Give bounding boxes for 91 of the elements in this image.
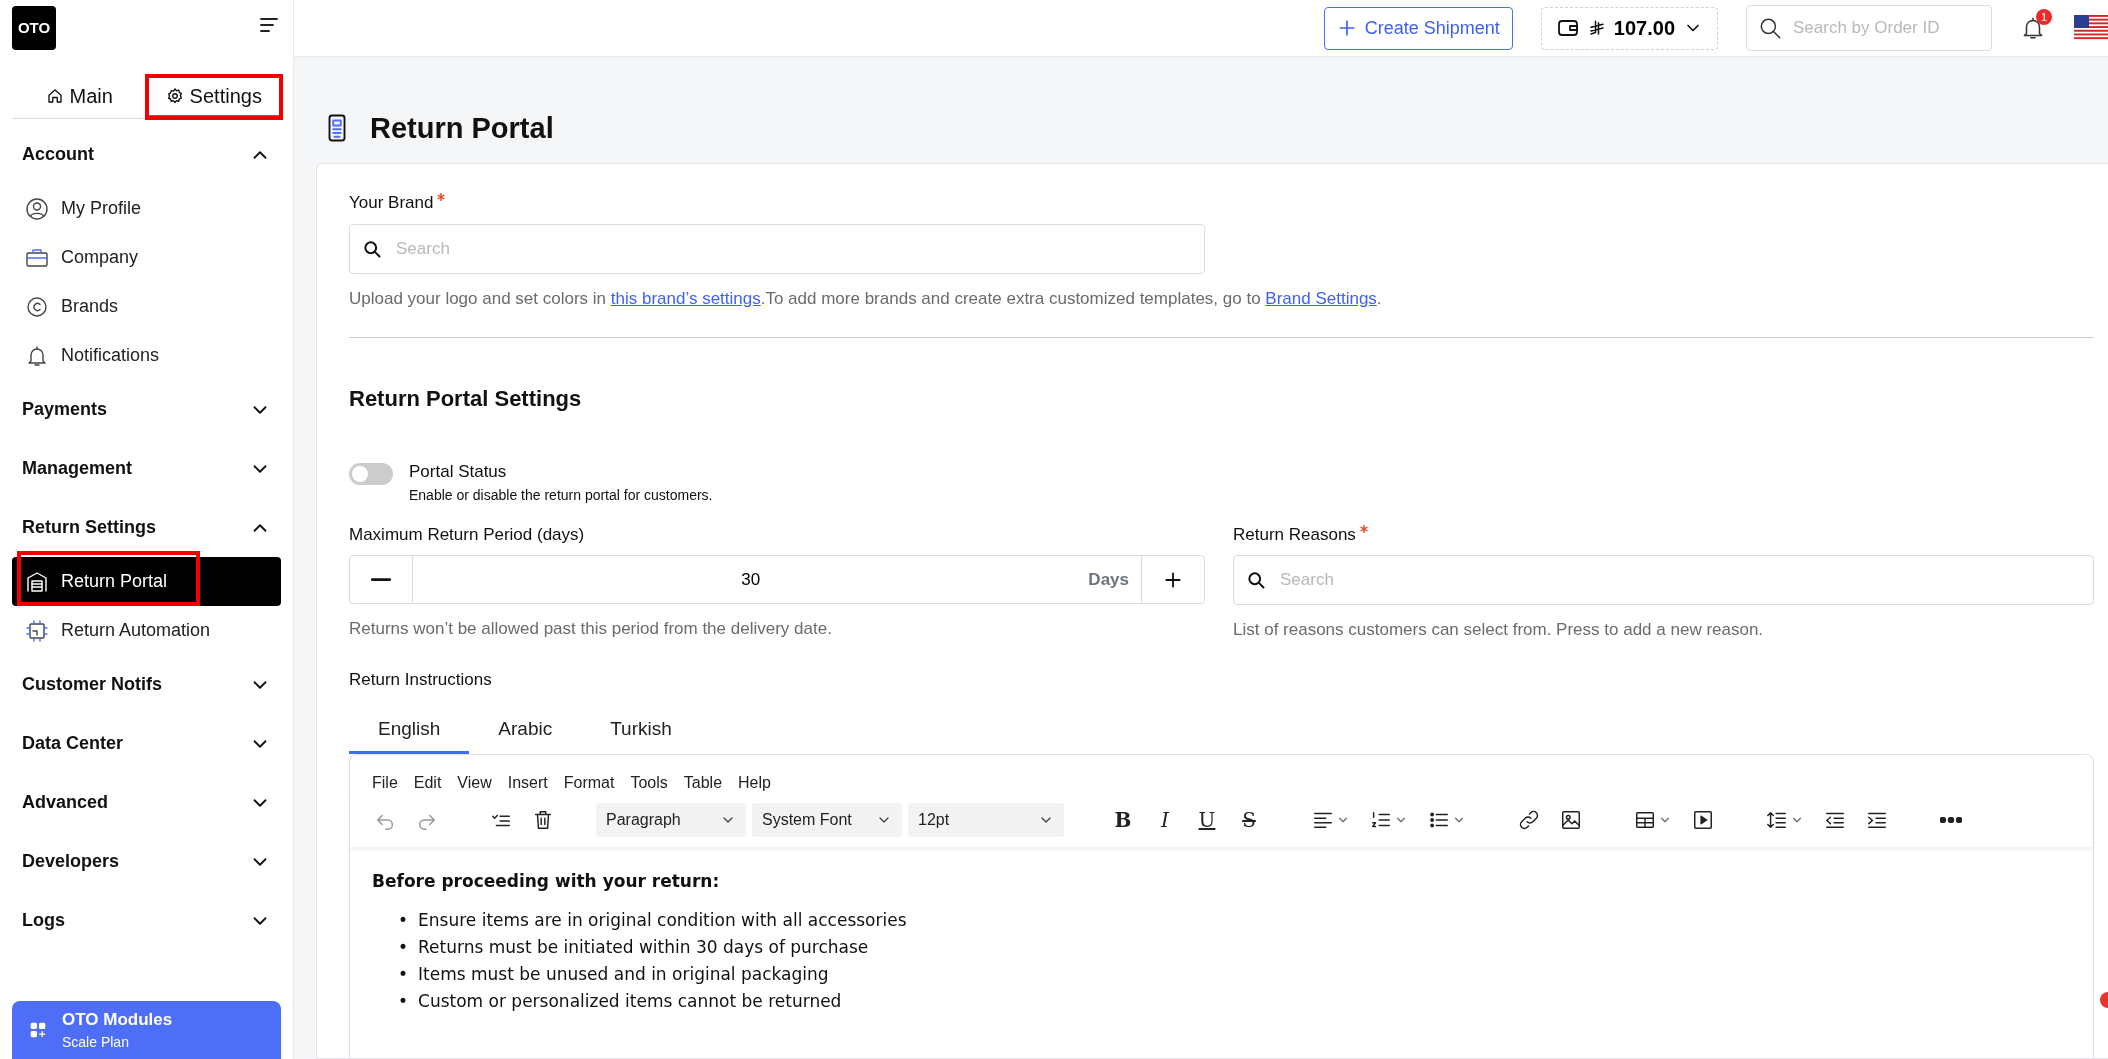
gear-icon bbox=[165, 86, 184, 105]
image-icon bbox=[1560, 809, 1582, 831]
sidebar-item[interactable]: Brands bbox=[12, 282, 281, 331]
link-icon bbox=[1518, 809, 1540, 831]
section-title: Return Portal Settings bbox=[349, 385, 583, 413]
user-icon bbox=[25, 196, 49, 221]
list-item: Items must be unused and in original packaging bbox=[418, 962, 829, 986]
search-icon bbox=[362, 238, 382, 259]
field-label: Return Instructions bbox=[349, 668, 493, 691]
circle-c-icon bbox=[25, 294, 49, 319]
menu-item[interactable]: Table bbox=[675, 771, 731, 795]
block-format-select[interactable]: Paragraph bbox=[596, 803, 746, 837]
menu-item[interactable]: File bbox=[364, 771, 406, 795]
order-search-field[interactable]: Search by Order ID bbox=[1746, 5, 1992, 51]
sidebar-group[interactable]: Payments bbox=[12, 380, 281, 439]
sidebar-group[interactable]: Data Center bbox=[12, 714, 281, 773]
list-item: Returns must be initiated within 30 days of purchase bbox=[418, 935, 869, 959]
toggle-label: Portal Status bbox=[409, 461, 508, 483]
link[interactable]: this brand’s settings bbox=[610, 288, 761, 308]
menu-item[interactable]: Tools bbox=[622, 771, 676, 795]
media-icon bbox=[1692, 809, 1714, 831]
plan-label: Scale Plan bbox=[62, 1033, 130, 1053]
underline-button[interactable]: U bbox=[1190, 803, 1224, 837]
minus-icon bbox=[371, 578, 391, 581]
table-icon bbox=[1634, 809, 1656, 831]
menu-item[interactable]: Edit bbox=[405, 771, 450, 795]
line-height-icon bbox=[1766, 809, 1788, 831]
sidebar-item[interactable]: Return Portal bbox=[12, 557, 281, 606]
sidebar-item[interactable]: Return Automation bbox=[12, 606, 281, 655]
menu-item[interactable]: Format bbox=[555, 771, 623, 795]
nav-tab[interactable]: Settings bbox=[146, 76, 281, 118]
help-text: Upload your logo and set colors in this brand’s settings.To add more brands and create extra customized templates, go to Brand Settings. bbox=[349, 287, 1383, 310]
menu-item[interactable]: Insert bbox=[499, 771, 556, 795]
more-icon bbox=[1940, 817, 1962, 823]
modules-card[interactable]: OTO Modules Scale Plan bbox=[12, 1001, 281, 1059]
field-label: Return Reasons bbox=[1233, 521, 2094, 547]
search-input[interactable]: Search bbox=[1278, 566, 2081, 594]
sidebar-group[interactable]: Logs bbox=[12, 891, 281, 950]
sidebar-item[interactable]: My Profile bbox=[12, 184, 281, 233]
language-tab[interactable]: Arabic bbox=[469, 708, 582, 754]
unit-label: Days bbox=[1088, 568, 1129, 591]
sidebar-item[interactable]: Notifications bbox=[12, 331, 281, 380]
bold-button[interactable]: B bbox=[1106, 803, 1140, 837]
balance-button[interactable]: 107.00 bbox=[1540, 6, 1718, 50]
font-select[interactable]: System Font bbox=[752, 803, 902, 837]
sidebar-group[interactable]: Account bbox=[12, 125, 281, 184]
nav-tab[interactable]: Main bbox=[12, 76, 147, 118]
chip-icon bbox=[25, 618, 49, 643]
search-input[interactable]: Search bbox=[394, 234, 1192, 263]
language-tab[interactable]: English bbox=[349, 708, 470, 754]
bullet-marker: • bbox=[398, 908, 409, 932]
notification-badge: 1 bbox=[2036, 9, 2052, 25]
bullet-marker: • bbox=[398, 989, 409, 1013]
trash-icon bbox=[532, 809, 554, 831]
grid-plus-icon bbox=[28, 1020, 48, 1040]
toggle-description: Enable or disable the return portal for customers. bbox=[409, 485, 713, 505]
font-size-select[interactable]: 12pt bbox=[908, 803, 1064, 837]
toggle-switch[interactable] bbox=[349, 463, 393, 485]
sidebar-group[interactable]: Management bbox=[12, 439, 281, 498]
sidebar-group[interactable]: Return Settings bbox=[12, 498, 281, 557]
number-stepper[interactable]: 30 Days bbox=[349, 555, 1205, 604]
logo[interactable]: OTO bbox=[12, 6, 56, 50]
menu-item[interactable]: Help bbox=[730, 771, 779, 795]
help-text: Returns won’t be allowed past this period from the delivery date. bbox=[349, 618, 833, 640]
search-field[interactable]: Search bbox=[1233, 555, 2094, 605]
search-icon bbox=[1246, 570, 1266, 590]
sidebar-item[interactable]: Company bbox=[12, 233, 281, 282]
bullet-marker: • bbox=[398, 962, 409, 986]
search-input[interactable]: Search by Order ID bbox=[1791, 14, 1981, 42]
bullet-marker: • bbox=[398, 935, 409, 959]
sidebar-group[interactable]: Advanced bbox=[12, 773, 281, 832]
link[interactable]: Brand Settings bbox=[1265, 288, 1377, 308]
language-tab[interactable]: Turkish bbox=[581, 708, 701, 754]
warehouse-icon bbox=[25, 569, 49, 594]
strikethrough-button[interactable]: S bbox=[1232, 803, 1266, 837]
flag-icon[interactable] bbox=[2074, 15, 2108, 41]
create-shipment-button[interactable]: Create Shipment bbox=[1323, 6, 1513, 50]
sidebar-group[interactable]: Developers bbox=[12, 832, 281, 891]
italic-button[interactable]: I bbox=[1148, 803, 1182, 837]
search-field[interactable]: Search bbox=[349, 223, 1205, 274]
field-label: Maximum Return Period (days) bbox=[349, 523, 586, 546]
list-item: Custom or personalized items cannot be returned bbox=[418, 989, 842, 1013]
help-text: List of reasons customers can select from. Press to add a new reason. bbox=[1233, 619, 1765, 641]
page-title: Return Portal bbox=[370, 110, 554, 146]
modules-title: OTO Modules bbox=[62, 1008, 173, 1031]
field-label: Your Brand bbox=[349, 190, 1205, 216]
list-item: Ensure items are in original condition with all accessories bbox=[418, 908, 907, 932]
sidebar-group[interactable]: Customer Notifs bbox=[12, 655, 281, 714]
currency-icon bbox=[1587, 19, 1606, 37]
editor-heading: Before proceeding with your return: bbox=[372, 870, 721, 893]
menu-item[interactable]: View bbox=[449, 771, 500, 795]
